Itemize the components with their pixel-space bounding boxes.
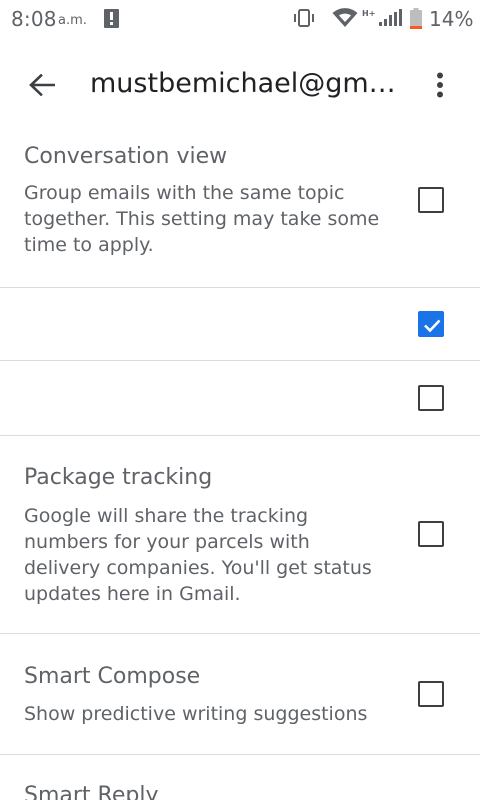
vibrate-icon <box>292 9 316 27</box>
setting-smart-reply[interactable]: Smart Reply <box>0 755 480 800</box>
setting-description: Group emails with the same topic togethe… <box>24 182 380 256</box>
setting-row-3-checkbox[interactable] <box>418 385 444 411</box>
setting-title: Smart Reply <box>24 783 159 800</box>
check-icon <box>424 319 441 333</box>
battery-percent: 14% <box>429 7 474 31</box>
back-button[interactable] <box>22 65 62 105</box>
setting-description: Show predictive writing suggestions <box>24 703 368 725</box>
alert-icon <box>104 9 119 28</box>
signal-icon <box>379 9 403 26</box>
setting-package-tracking[interactable]: Package tracking Google will share the t… <box>0 436 480 633</box>
more-options-button[interactable] <box>420 65 460 105</box>
setting-conversation-view[interactable]: Conversation view Group emails with the … <box>0 130 480 287</box>
status-bar: 8:08 a.m. H+ 14% <box>0 0 480 38</box>
wifi-icon <box>332 8 358 28</box>
setting-row-3[interactable] <box>0 361 480 435</box>
arrow-back-icon <box>29 74 55 96</box>
conversation-view-checkbox[interactable] <box>418 187 444 213</box>
account-title: mustbemichael@gm… <box>90 68 396 99</box>
package-tracking-checkbox[interactable] <box>418 521 444 547</box>
setting-title: Conversation view <box>24 144 228 169</box>
setting-row-2[interactable] <box>0 288 480 360</box>
smart-compose-checkbox[interactable] <box>418 681 444 707</box>
setting-smart-compose[interactable]: Smart Compose Show predictive writing su… <box>0 634 480 754</box>
setting-description: Google will share the tracking numbers f… <box>24 505 372 605</box>
more-vert-icon <box>437 72 443 98</box>
network-type: H+ <box>362 9 376 18</box>
app-bar: mustbemichael@gm… <box>0 38 480 130</box>
setting-title: Package tracking <box>24 465 213 490</box>
status-time: 8:08 <box>11 7 57 31</box>
setting-row-2-checkbox[interactable] <box>418 311 444 337</box>
setting-title: Smart Compose <box>24 664 201 689</box>
battery-icon <box>410 8 422 29</box>
status-ampm: a.m. <box>58 13 87 28</box>
